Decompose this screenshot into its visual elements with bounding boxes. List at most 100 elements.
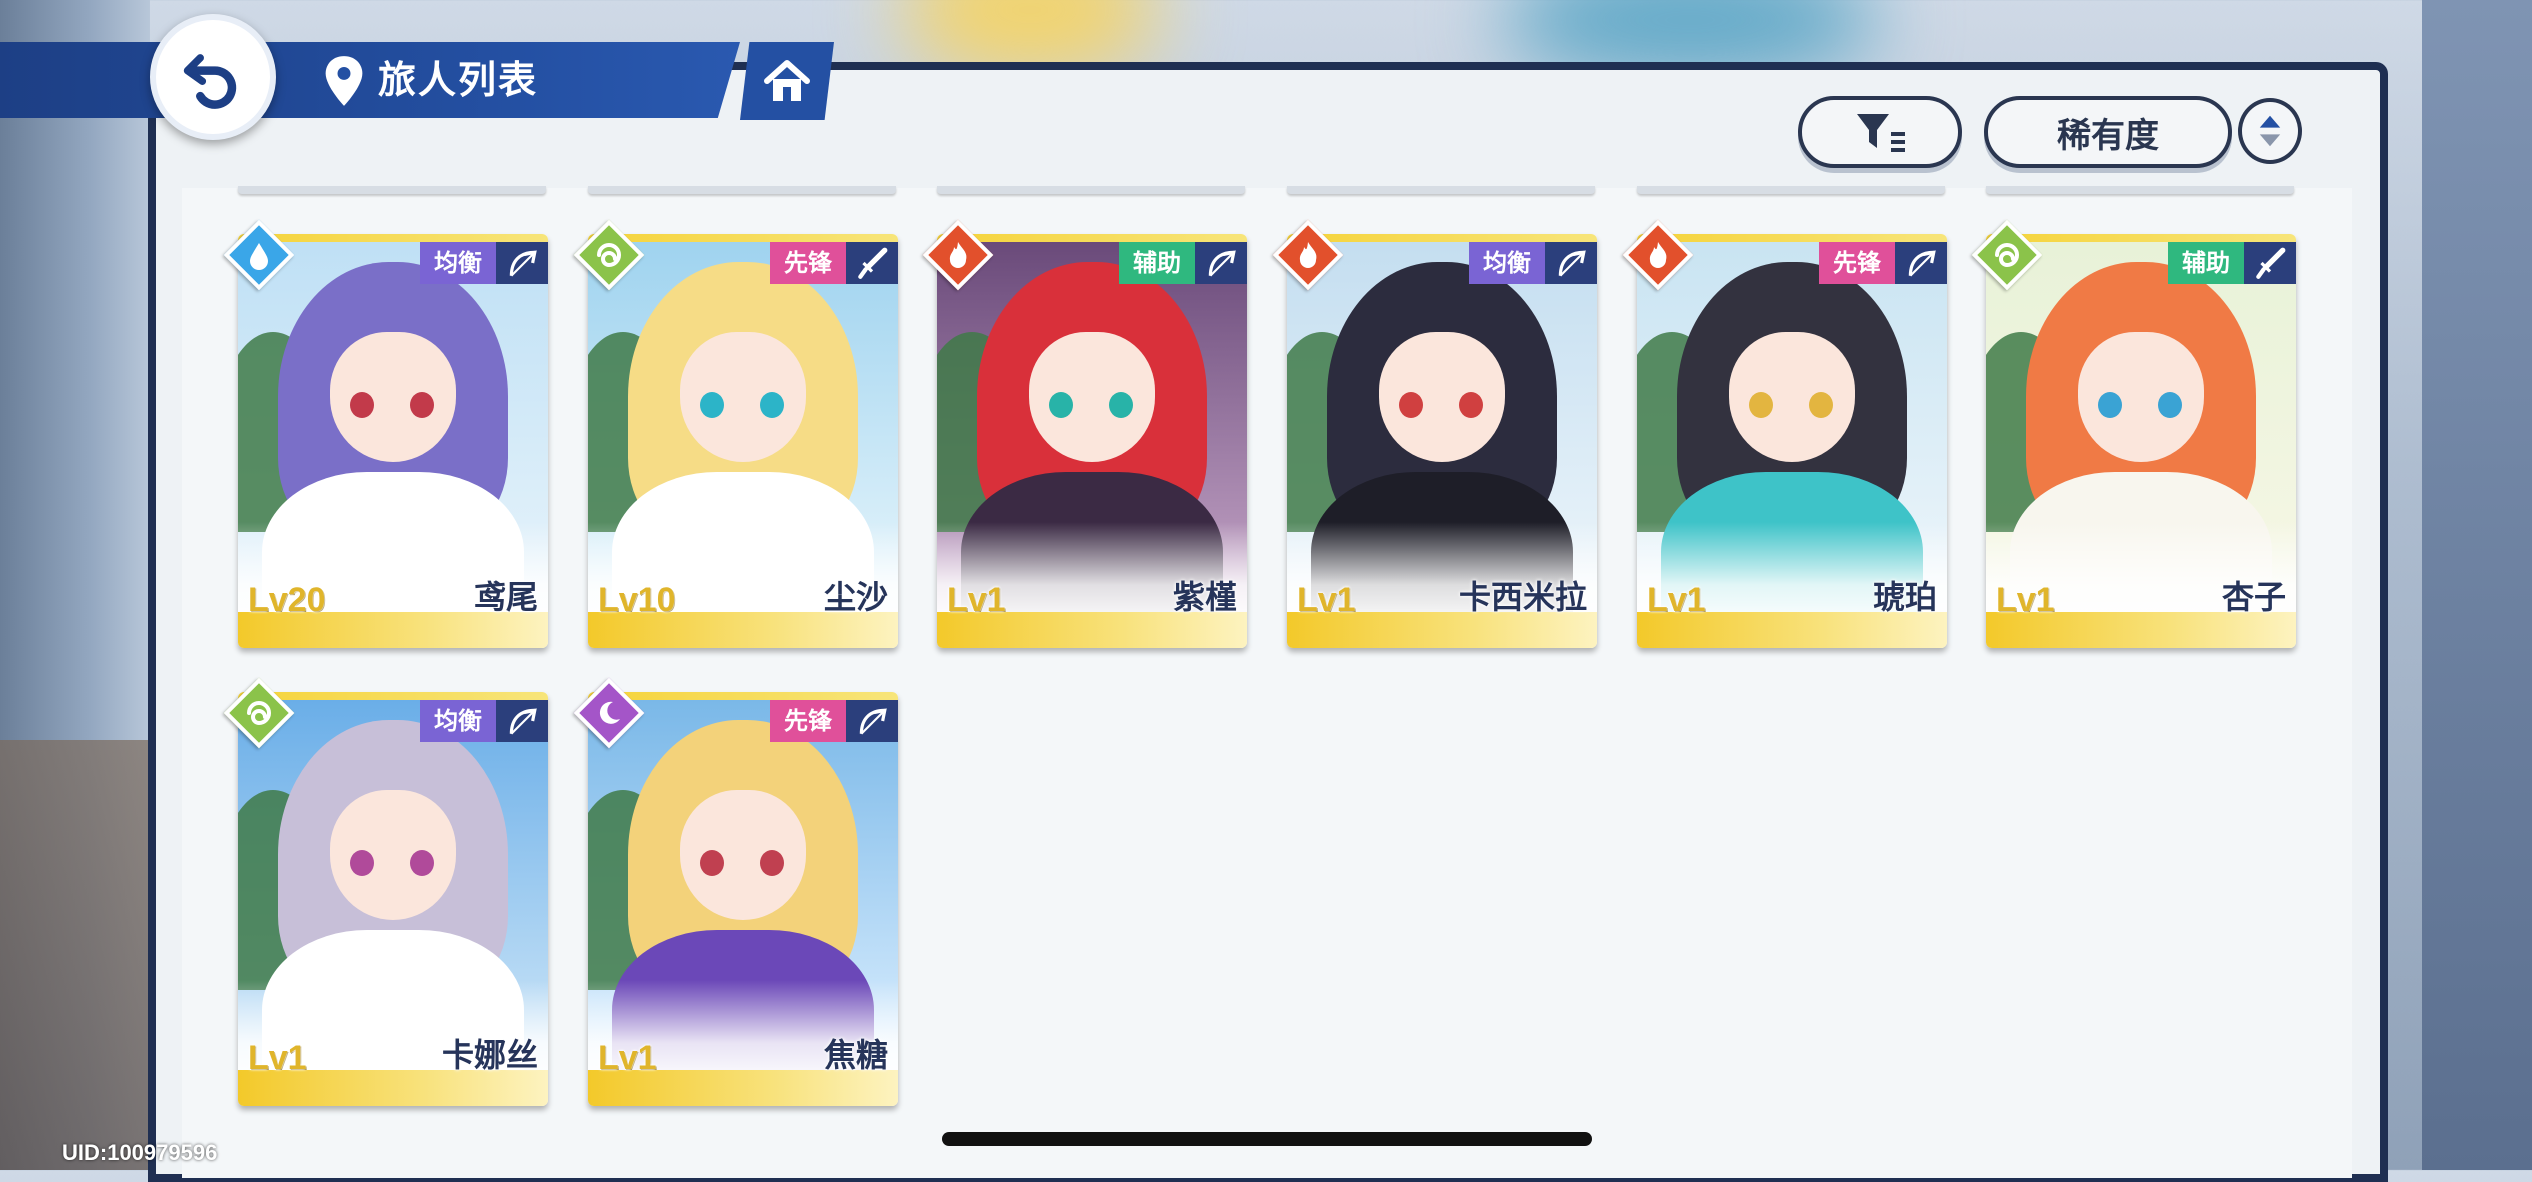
previous-row-card — [1287, 186, 1595, 194]
weapon-badge — [1195, 242, 1247, 284]
previous-row-card — [1637, 186, 1945, 194]
background-shelf — [0, 740, 150, 1170]
character-name: 鸢尾 — [473, 578, 538, 616]
moon-icon — [599, 701, 620, 724]
rarity-stripe — [1637, 234, 1947, 242]
character-name: 卡西米拉 — [1458, 578, 1587, 616]
role-badge: 均衡 — [420, 242, 496, 284]
character-name: 杏子 — [2221, 578, 2286, 616]
character-portrait — [937, 242, 1247, 612]
portrait-eye — [760, 392, 784, 418]
weapon-badge — [1545, 242, 1597, 284]
rarity-stripe — [238, 234, 548, 242]
character-card[interactable]: 辅助 Lv1 紫槿 — [937, 234, 1247, 648]
portrait-eye — [350, 850, 374, 876]
wind-icon — [247, 701, 271, 726]
character-card[interactable]: 均衡 Lv1 卡西米拉 — [1287, 234, 1597, 648]
character-card[interactable]: 先锋 Lv1 琥珀 — [1637, 234, 1947, 648]
character-card[interactable]: 先锋 Lv1 焦糖 — [588, 692, 898, 1106]
portrait-eye — [1049, 392, 1073, 418]
portrait-eye — [410, 392, 434, 418]
background-right — [2422, 0, 2532, 1170]
portrait-eye — [700, 850, 724, 876]
role-badge: 辅助 — [2168, 242, 2244, 284]
weapon-badge — [846, 242, 898, 284]
weapon-badge — [846, 700, 898, 742]
character-level: Lv1 — [1647, 581, 1706, 619]
rarity-stripe — [588, 692, 898, 700]
sort-dropdown[interactable]: 稀有度 — [1984, 96, 2232, 168]
portrait-face — [2078, 332, 2204, 462]
portrait-eye — [410, 850, 434, 876]
character-name: 紫槿 — [1172, 578, 1237, 616]
portrait-face — [330, 332, 456, 462]
bow-icon — [509, 250, 537, 277]
map-pin-icon — [325, 56, 363, 106]
user-id: UID:100979596 — [62, 1140, 218, 1165]
bow-icon — [509, 708, 537, 735]
portrait-face — [330, 790, 456, 920]
character-level: Lv20 — [248, 581, 326, 619]
character-level: Lv1 — [1996, 581, 2055, 619]
sort-label: 稀有度 — [2057, 115, 2159, 156]
portrait-face — [680, 790, 806, 920]
character-portrait — [238, 242, 548, 612]
character-card[interactable]: 先锋 Lv10 尘沙 — [588, 234, 898, 648]
character-name: 卡娜丝 — [441, 1036, 538, 1074]
role-badge: 辅助 — [1119, 242, 1195, 284]
filter-button[interactable] — [1798, 96, 1962, 168]
home-indicator[interactable] — [942, 1132, 1592, 1146]
rarity-stripe — [1986, 234, 2296, 242]
character-name: 焦糖 — [823, 1036, 888, 1074]
character-portrait — [588, 700, 898, 1070]
character-portrait — [1287, 242, 1597, 612]
character-level: Lv1 — [1297, 581, 1356, 619]
portrait-eye — [2098, 392, 2122, 418]
fire-icon — [1299, 242, 1317, 268]
portrait-eye — [350, 392, 374, 418]
role-badge: 先锋 — [770, 700, 846, 742]
bow-icon — [1208, 250, 1236, 277]
portrait-face — [1029, 332, 1155, 462]
bow-icon — [1558, 250, 1586, 277]
role-badge: 先锋 — [1819, 242, 1895, 284]
character-level: Lv1 — [947, 581, 1006, 619]
wind-icon — [1995, 243, 2019, 268]
water-icon — [250, 243, 268, 270]
page-title: 旅人列表 — [378, 58, 539, 102]
character-portrait — [588, 242, 898, 612]
character-level: Lv1 — [248, 1039, 307, 1077]
role-badge: 均衡 — [1469, 242, 1545, 284]
portrait-eye — [760, 850, 784, 876]
character-card[interactable]: 均衡 Lv20 鸢尾 — [238, 234, 548, 648]
character-card[interactable]: 辅助 Lv1 杏子 — [1986, 234, 2296, 648]
portrait-eye — [1109, 392, 1133, 418]
weapon-badge — [2244, 242, 2296, 284]
fire-icon — [949, 242, 967, 268]
portrait-face — [1729, 332, 1855, 462]
home-icon — [764, 60, 810, 101]
header-bar — [0, 42, 740, 118]
home-button[interactable] — [740, 42, 834, 120]
portrait-face — [1379, 332, 1505, 462]
sort-order-icon — [2259, 115, 2281, 147]
back-button[interactable] — [150, 14, 276, 140]
weapon-badge — [496, 242, 548, 284]
character-portrait — [1986, 242, 2296, 612]
portrait-eye — [2158, 392, 2182, 418]
portrait-eye — [1749, 392, 1773, 418]
character-level: Lv10 — [598, 581, 676, 619]
wind-icon — [597, 243, 621, 268]
rarity-stripe — [1287, 234, 1597, 242]
bow-icon — [1908, 250, 1936, 277]
character-card[interactable]: 均衡 Lv1 卡娜丝 — [238, 692, 548, 1106]
sword-icon — [2256, 247, 2286, 279]
character-portrait — [238, 700, 548, 1070]
sort-order-button[interactable] — [2238, 98, 2302, 164]
portrait-eye — [1399, 392, 1423, 418]
previous-row-card — [238, 186, 546, 194]
previous-row-card — [588, 186, 896, 194]
rarity-stripe — [937, 234, 1247, 242]
portrait-eye — [1459, 392, 1483, 418]
weapon-badge — [1895, 242, 1947, 284]
